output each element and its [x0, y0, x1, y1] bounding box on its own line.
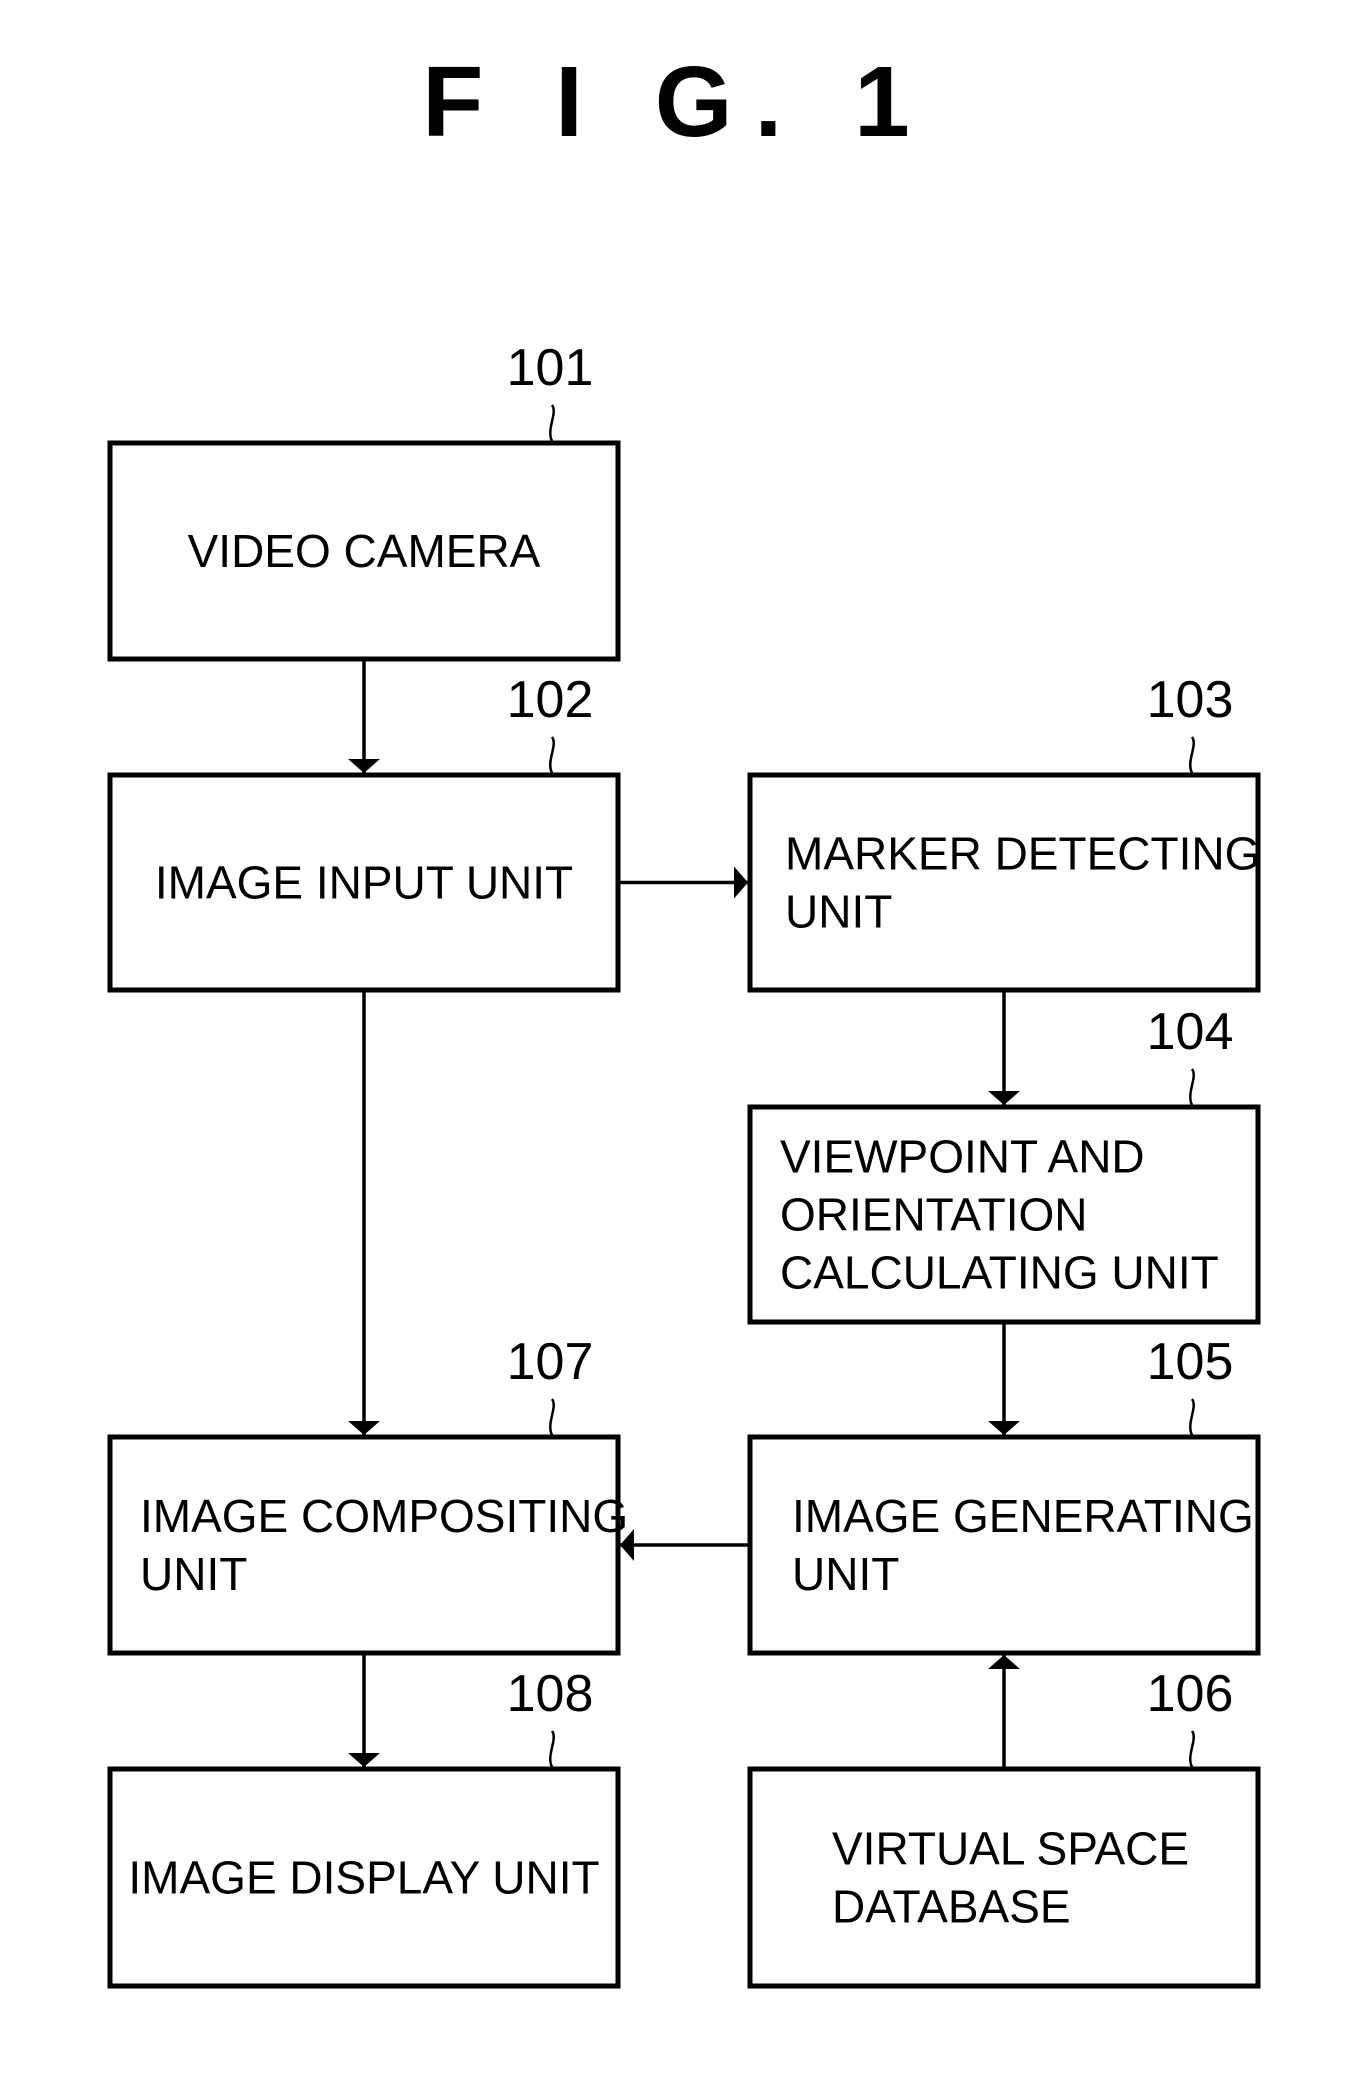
block-frame — [747, 1434, 1261, 1656]
block-frame — [107, 1434, 621, 1656]
block-label-line: DATABASE — [832, 1881, 1071, 1933]
block-label-line: IMAGE COMPOSITING — [140, 1490, 628, 1542]
block-label-line: UNIT — [785, 886, 892, 938]
leader-line — [1189, 736, 1195, 774]
block-label-line: IMAGE INPUT UNIT — [155, 857, 573, 909]
block-107: IMAGE COMPOSITING UNIT 107 — [107, 1333, 628, 1656]
leader-line — [1189, 1398, 1195, 1436]
leader-line — [549, 1730, 555, 1768]
reference-numeral: 104 — [1147, 1003, 1234, 1061]
block-label-line: UNIT — [792, 1548, 899, 1600]
block-103: MARKER DETECTING UNIT 103 — [747, 671, 1261, 993]
blocks: VIDEO CAMERA 101 IMAGE INPUT UNIT 102 MARKER… — [107, 339, 1261, 1989]
block-label-line: ORIENTATION — [780, 1189, 1088, 1241]
block-frame — [747, 1766, 1261, 1989]
leader-line — [549, 1398, 555, 1436]
leader-line — [1189, 1068, 1195, 1106]
leader-line — [549, 404, 555, 442]
reference-numeral: 102 — [507, 671, 594, 729]
block-label-line: VIRTUAL SPACE — [832, 1823, 1189, 1875]
reference-numeral: 105 — [1147, 1333, 1234, 1391]
block-101: VIDEO CAMERA 101 — [107, 339, 621, 662]
block-label-line: CALCULATING UNIT — [780, 1247, 1219, 1299]
reference-numeral: 107 — [507, 1333, 594, 1391]
reference-numeral: 101 — [507, 339, 594, 397]
block-label-line: MARKER DETECTING — [785, 828, 1260, 880]
block-label-line: IMAGE GENERATING — [792, 1490, 1254, 1542]
block-label-line: VIDEO CAMERA — [188, 525, 541, 577]
reference-numeral: 103 — [1147, 671, 1234, 729]
reference-numeral: 106 — [1147, 1665, 1234, 1723]
block-diagram: VIDEO CAMERA 101 IMAGE INPUT UNIT 102 MARKER… — [107, 339, 1261, 1989]
leader-line — [1189, 1730, 1195, 1768]
block-frame — [747, 772, 1261, 993]
reference-numeral: 108 — [507, 1665, 594, 1723]
block-label-line: UNIT — [140, 1548, 247, 1600]
leader-line — [549, 736, 555, 774]
block-label-line: VIEWPOINT AND — [780, 1131, 1145, 1183]
block-label-line: IMAGE DISPLAY UNIT — [128, 1852, 599, 1904]
